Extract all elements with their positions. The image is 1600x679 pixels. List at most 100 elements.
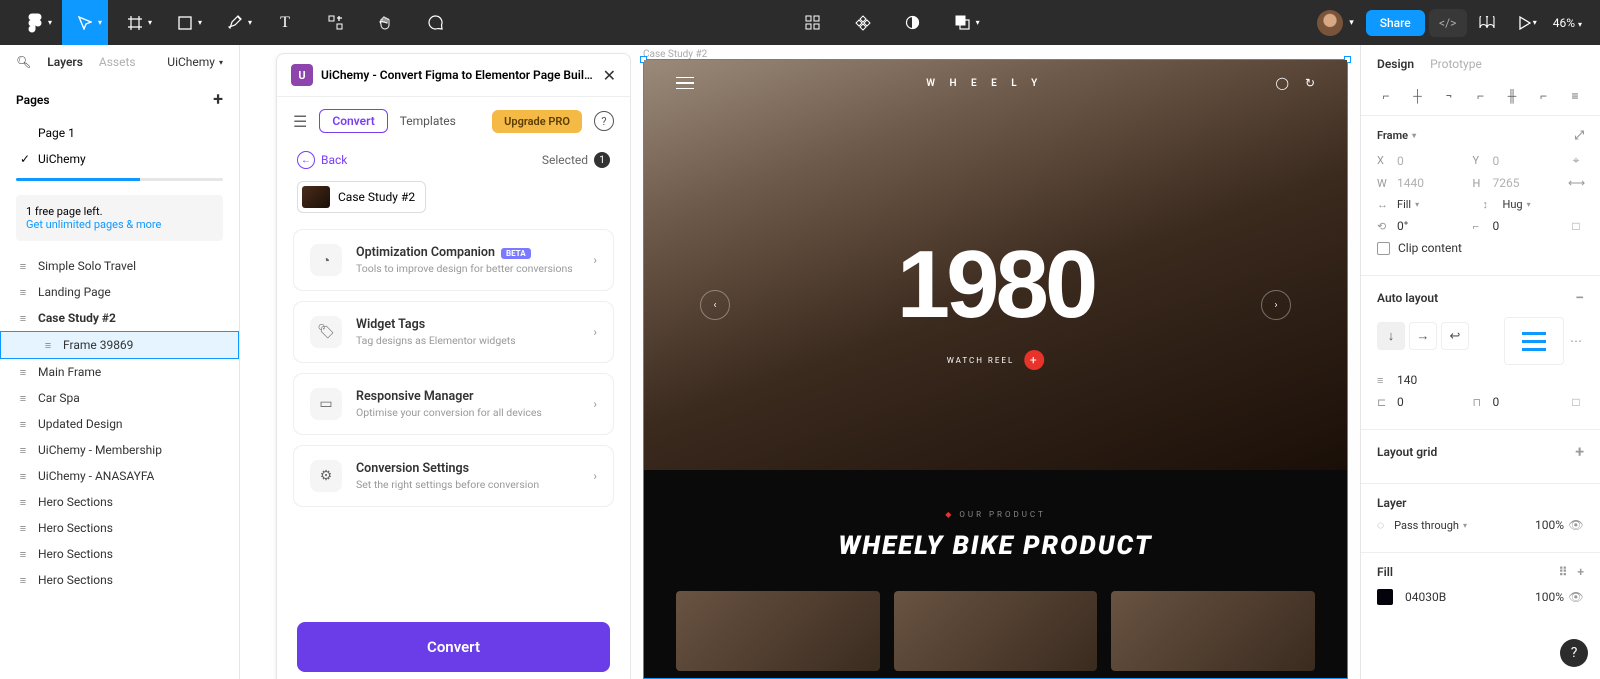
direction-vertical-button[interactable]: ↓: [1377, 322, 1405, 350]
padding-detail-icon[interactable]: □: [1568, 395, 1584, 409]
fill-opacity[interactable]: 100%: [1535, 590, 1564, 604]
y-input[interactable]: 0: [1493, 154, 1500, 168]
convert-button[interactable]: Convert: [297, 622, 610, 672]
card-widget-tags[interactable]: 🏷 Widget TagsTag designs as Elementor wi…: [293, 301, 614, 363]
remove-autolayout-button[interactable]: −: [1575, 288, 1584, 307]
align-right-icon[interactable]: ¬: [1440, 89, 1458, 103]
tab-convert[interactable]: Convert: [319, 109, 387, 133]
align-left-icon[interactable]: ⌐: [1377, 89, 1395, 103]
add-page-button[interactable]: +: [213, 89, 223, 110]
user-avatar-menu[interactable]: ▾: [1317, 10, 1354, 36]
card-optimization[interactable]: ◔ Optimization CompanionBETATools to imp…: [293, 229, 614, 291]
help-button[interactable]: ?: [594, 111, 614, 131]
text-tool[interactable]: T: [262, 0, 308, 45]
frame-type-dropdown[interactable]: Frame▾: [1377, 129, 1416, 142]
blend-mode-dropdown[interactable]: Pass through▾: [1394, 519, 1467, 532]
layer-item[interactable]: ≡Updated Design: [0, 411, 239, 437]
tab-prototype[interactable]: Prototype: [1430, 57, 1482, 71]
layer-item[interactable]: ≡Car Spa: [0, 385, 239, 411]
fill-hex[interactable]: 04030B: [1405, 590, 1446, 604]
back-button[interactable]: ←Back: [297, 151, 347, 169]
devmode-button[interactable]: </>: [1429, 9, 1467, 37]
align-hcenter-icon[interactable]: ┼: [1409, 89, 1427, 103]
diamond-tool[interactable]: [840, 0, 886, 45]
radius-detail-icon[interactable]: □: [1568, 219, 1584, 233]
x-input[interactable]: 0: [1397, 154, 1404, 168]
layer-item[interactable]: ≡UiChemy - ANASAYFA: [0, 463, 239, 489]
page-item[interactable]: UiChemy: [0, 146, 239, 172]
layer-item[interactable]: ≡Simple Solo Travel: [0, 253, 239, 279]
boolean-tool[interactable]: ▾: [940, 0, 986, 45]
layer-item-selected[interactable]: ≡Frame 39869: [0, 331, 239, 359]
chevron-right-icon: ›: [593, 325, 597, 339]
diamond-icon: [855, 15, 871, 31]
shape-tool[interactable]: ▾: [162, 0, 208, 45]
absolute-icon[interactable]: ⌖: [1568, 153, 1584, 168]
close-button[interactable]: ✕: [603, 66, 616, 85]
help-fab[interactable]: ?: [1560, 639, 1588, 667]
direction-wrap-button[interactable]: ↩: [1441, 322, 1469, 350]
radius-input[interactable]: 0: [1493, 219, 1500, 233]
layer-item[interactable]: ≡Landing Page: [0, 279, 239, 305]
lock-ratio-icon[interactable]: ⟷: [1568, 176, 1584, 190]
vert-resize-dropdown[interactable]: Hug▾: [1503, 198, 1531, 211]
present-button[interactable]: ▾: [1507, 0, 1543, 45]
selection-chip[interactable]: Case Study #2: [297, 181, 426, 213]
search-icon[interactable]: 🔍︎: [16, 55, 31, 69]
share-button[interactable]: Share: [1366, 10, 1425, 36]
color-swatch[interactable]: [1377, 589, 1393, 605]
layer-item[interactable]: ≡Hero Sections: [0, 489, 239, 515]
align-vcenter-icon[interactable]: ╫: [1503, 89, 1521, 103]
layer-item[interactable]: ≡Main Frame: [0, 359, 239, 385]
layer-item[interactable]: ≡Hero Sections: [0, 567, 239, 593]
alignment-box[interactable]: [1504, 317, 1564, 365]
opacity-input[interactable]: 100%: [1535, 518, 1564, 532]
hand-tool[interactable]: [362, 0, 408, 45]
direction-horizontal-button[interactable]: →: [1409, 322, 1437, 350]
mask-tool[interactable]: [890, 0, 936, 45]
horiz-resize-dropdown[interactable]: Fill▾: [1397, 198, 1419, 211]
frame-tool[interactable]: ▾: [112, 0, 158, 45]
add-layoutgrid-button[interactable]: +: [1575, 442, 1584, 461]
canvas[interactable]: Case Study #2 W H E E L Y ◯↻ 1980 WATCH …: [631, 45, 1360, 679]
pen-tool[interactable]: ▾: [212, 0, 258, 45]
autolayout-more-icon[interactable]: ⋯: [1568, 334, 1584, 348]
components-tool[interactable]: [790, 0, 836, 45]
upgrade-link[interactable]: Get unlimited pages & more: [26, 218, 161, 231]
align-more-icon[interactable]: ≡: [1566, 89, 1584, 103]
styles-icon[interactable]: ⠿: [1559, 565, 1568, 579]
layer-item[interactable]: ≡Hero Sections: [0, 541, 239, 567]
fit-icon[interactable]: ⤢: [1574, 128, 1584, 143]
gap-input[interactable]: 140: [1397, 373, 1417, 387]
figma-menu[interactable]: ▾: [12, 0, 58, 45]
tab-design[interactable]: Design: [1377, 57, 1414, 71]
library-button[interactable]: [1471, 0, 1503, 45]
card-responsive[interactable]: ▭ Responsive ManagerOptimise your conver…: [293, 373, 614, 435]
layer-item[interactable]: ≡UiChemy - Membership: [0, 437, 239, 463]
upgrade-button[interactable]: Upgrade PRO: [492, 110, 582, 133]
project-dropdown[interactable]: UiChemy▾: [167, 55, 223, 69]
add-fill-button[interactable]: +: [1577, 565, 1584, 579]
comment-tool[interactable]: [412, 0, 458, 45]
layer-item[interactable]: ≡Case Study #2: [0, 305, 239, 331]
padh-input[interactable]: 0: [1397, 395, 1404, 409]
visibility-icon[interactable]: 👁: [1568, 590, 1584, 604]
tab-templates[interactable]: Templates: [400, 114, 456, 128]
page-item[interactable]: Page 1: [0, 120, 239, 146]
layer-item[interactable]: ≡Hero Sections: [0, 515, 239, 541]
rotation-input[interactable]: 0°: [1397, 219, 1408, 233]
card-settings[interactable]: ⚙ Conversion SettingsSet the right setti…: [293, 445, 614, 507]
align-top-icon[interactable]: ⌐: [1472, 89, 1490, 103]
height-input[interactable]: 7265: [1493, 176, 1520, 190]
move-tool[interactable]: ▾: [62, 0, 108, 45]
menu-icon[interactable]: ☰: [293, 112, 307, 131]
width-input[interactable]: 1440: [1397, 176, 1424, 190]
visibility-icon[interactable]: 👁: [1568, 518, 1584, 532]
resources-tool[interactable]: [312, 0, 358, 45]
clip-content-checkbox[interactable]: Clip content: [1377, 241, 1462, 255]
zoom-level[interactable]: 46% ▾: [1547, 16, 1588, 30]
tab-assets[interactable]: Assets: [99, 55, 136, 69]
padv-input[interactable]: 0: [1493, 395, 1500, 409]
tab-layers[interactable]: Layers: [47, 55, 83, 69]
align-bottom-icon[interactable]: ⌐: [1535, 89, 1553, 103]
